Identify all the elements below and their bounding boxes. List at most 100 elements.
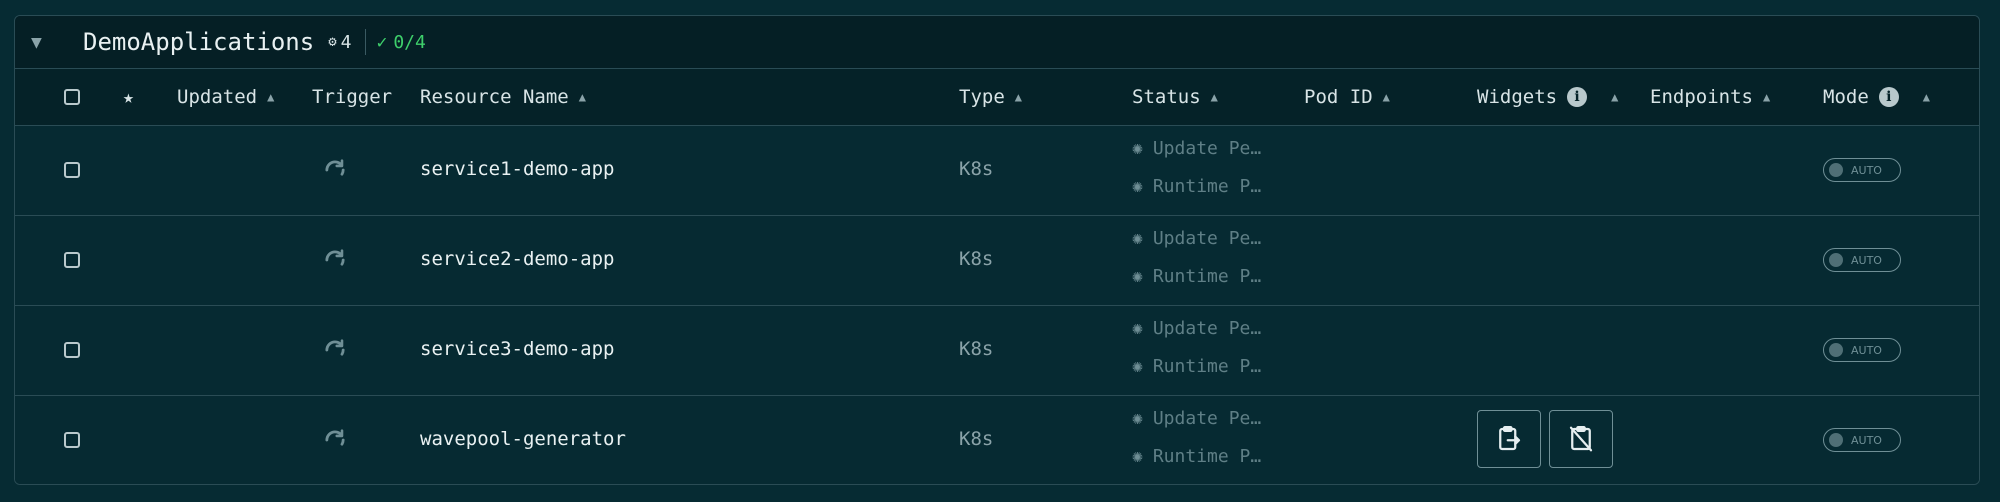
group-name: DemoApplications [83,28,315,56]
sort-arrow-icon: ▲ [267,90,275,104]
sort-arrow-icon: ▲ [1611,90,1619,104]
group-header[interactable]: ▼ DemoApplications ⚙ 4 ✓ 0/4 [15,16,1979,69]
mode-label: AUTO [1851,163,1882,177]
sort-arrow-icon: ▲ [1210,90,1218,104]
ok-count-value: 0/4 [393,31,426,53]
runtime-status[interactable]: ✺ Runtime P… [1132,266,1261,287]
resource-type: K8s [959,428,994,450]
update-status-text: Update Pe… [1152,228,1262,249]
select-all-checkbox[interactable] [64,69,80,125]
collapse-caret-icon[interactable]: ▼ [31,32,53,53]
pending-spinner-icon: ✺ [1132,176,1143,197]
pending-spinner-icon: ✺ [1132,408,1143,429]
clear-clipboard-button[interactable] [1549,410,1613,468]
pending-spinner-icon: ✺ [1132,318,1143,339]
table-row[interactable]: service2-demo-app K8s ✺ Update Pe… ✺ Run… [15,216,1979,306]
pending-spinner-icon: ✺ [1132,138,1143,159]
column-updated-label: Updated [177,86,258,108]
row-checkbox[interactable] [64,432,80,448]
header-divider [365,29,367,55]
resource-count-value: 4 [340,31,352,53]
clipboard-off-icon [1569,426,1593,452]
column-type-label: Type [959,86,1005,108]
resource-type: K8s [959,248,994,270]
toggle-knob [1829,433,1843,447]
runtime-status-text: Runtime P… [1152,176,1262,197]
runtime-status-text: Runtime P… [1152,356,1262,377]
toggle-knob [1829,253,1843,267]
pending-spinner-icon: ✺ [1132,266,1143,287]
pending-spinner-icon: ✺ [1132,228,1143,249]
mode-toggle[interactable]: AUTO [1823,158,1901,182]
column-trigger: Trigger [312,69,392,125]
trigger-refresh-icon[interactable] [321,426,349,454]
trigger-refresh-icon[interactable] [321,246,349,274]
sort-arrow-icon: ▲ [1382,90,1390,104]
gear-icon: ⚙ [328,34,337,50]
row-checkbox[interactable] [64,162,80,178]
column-mode-label: Mode [1823,86,1869,108]
resource-name-link[interactable]: service3-demo-app [420,338,614,360]
mode-label: AUTO [1851,343,1882,357]
runtime-status-text: Runtime P… [1152,446,1262,467]
column-widgets[interactable]: Widgets i ▲ [1477,69,1618,125]
copy-to-clipboard-button[interactable] [1477,410,1541,468]
runtime-status[interactable]: ✺ Runtime P… [1132,356,1261,377]
resource-count: ⚙ 4 [328,32,351,53]
column-endpoints[interactable]: Endpoints ▲ [1650,69,1770,125]
column-type[interactable]: Type ▲ [959,69,1022,125]
column-status-label: Status [1132,86,1201,108]
update-status[interactable]: ✺ Update Pe… [1132,138,1261,159]
column-resource-name-label: Resource Name [420,86,569,108]
column-mode[interactable]: Mode i ▲ [1823,69,1930,125]
mode-label: AUTO [1851,253,1882,267]
sort-arrow-icon: ▲ [1014,90,1022,104]
resource-name-link[interactable]: wavepool-generator [420,428,626,450]
info-icon[interactable]: i [1878,87,1899,107]
trigger-refresh-icon[interactable] [321,156,349,184]
toggle-knob [1829,163,1843,177]
toggle-knob [1829,343,1843,357]
column-updated[interactable]: Updated ▲ [177,69,274,125]
column-resource-name[interactable]: Resource Name ▲ [420,69,586,125]
resource-group-panel: ▼ DemoApplications ⚙ 4 ✓ 0/4 ★ Updated ▲… [14,15,1980,485]
mode-label: AUTO [1851,433,1882,447]
resource-name-link[interactable]: service2-demo-app [420,248,614,270]
column-pod-id-label: Pod ID [1304,86,1373,108]
mode-toggle[interactable]: AUTO [1823,338,1901,362]
runtime-status-text: Runtime P… [1152,266,1262,287]
runtime-status[interactable]: ✺ Runtime P… [1132,446,1261,467]
table-row[interactable]: service3-demo-app K8s ✺ Update Pe… ✺ Run… [15,306,1979,396]
row-checkbox[interactable] [64,342,80,358]
ok-count: ✓ 0/4 [376,32,425,53]
info-icon[interactable]: i [1567,87,1588,107]
update-status[interactable]: ✺ Update Pe… [1132,228,1261,249]
trigger-refresh-icon[interactable] [321,336,349,364]
runtime-status[interactable]: ✺ Runtime P… [1132,176,1261,197]
sort-arrow-icon: ▲ [578,90,586,104]
mode-toggle[interactable]: AUTO [1823,248,1901,272]
column-widgets-label: Widgets [1477,86,1558,108]
table-header: ★ Updated ▲ Trigger Resource Name ▲ Type… [15,69,1979,126]
resource-name-link[interactable]: service1-demo-app [420,158,614,180]
column-status[interactable]: Status ▲ [1132,69,1218,125]
pending-spinner-icon: ✺ [1132,446,1143,467]
table-row[interactable]: service1-demo-app K8s ✺ Update Pe… ✺ Run… [15,126,1979,216]
row-checkbox[interactable] [64,252,80,268]
resource-type: K8s [959,158,994,180]
star-icon[interactable]: ★ [123,69,134,125]
sort-arrow-icon: ▲ [1922,90,1930,104]
update-status[interactable]: ✺ Update Pe… [1132,408,1261,429]
update-status-text: Update Pe… [1152,138,1262,159]
column-trigger-label: Trigger [312,86,393,108]
column-pod-id[interactable]: Pod ID ▲ [1304,69,1390,125]
table-row[interactable]: wavepool-generator K8s ✺ Update Pe… ✺ Ru… [15,396,1979,484]
update-status-text: Update Pe… [1152,318,1262,339]
clipboard-export-icon [1499,426,1521,451]
sort-arrow-icon: ▲ [1762,90,1771,104]
column-endpoints-label: Endpoints [1650,86,1753,108]
widget-buttons [1477,410,1613,468]
update-status[interactable]: ✺ Update Pe… [1132,318,1261,339]
checkmark-icon: ✓ [376,31,388,53]
mode-toggle[interactable]: AUTO [1823,428,1901,452]
